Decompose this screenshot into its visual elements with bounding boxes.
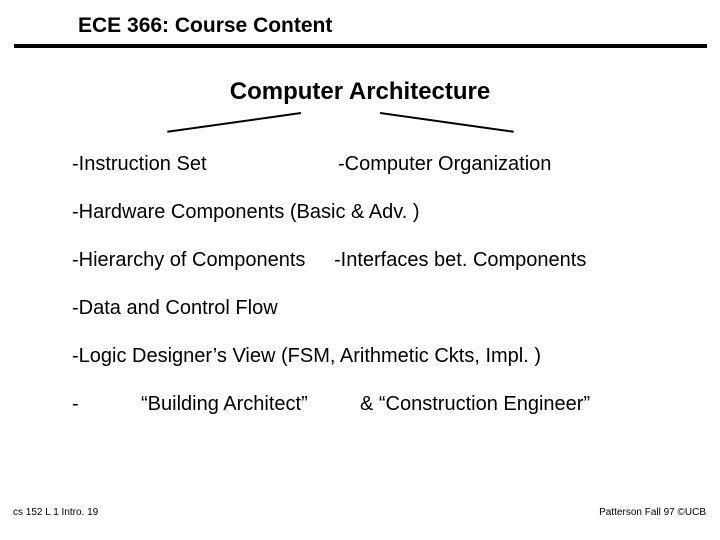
item-computer-org: -Computer Organization	[338, 153, 551, 176]
item-analogy-architect: “Building Architect”	[141, 393, 308, 416]
item-logic: -Logic Designer’s View (FSM, Arithmetic …	[72, 345, 541, 368]
item-analogy-engineer: & “Construction Engineer”	[360, 393, 590, 416]
item-analogy-dash: -	[72, 393, 79, 416]
content-area: -Instruction Set -Computer Organization …	[0, 0, 720, 540]
item-instruction-set: -Instruction Set	[72, 153, 207, 176]
footer-right: Patterson Fall 97 ©UCB	[599, 507, 706, 518]
item-dataflow: -Data and Control Flow	[72, 297, 278, 320]
item-hardware: -Hardware Components (Basic & Adv. )	[72, 201, 420, 224]
slide: ECE 366: Course Content Computer Archite…	[0, 0, 720, 540]
item-interfaces: -Interfaces bet. Components	[334, 249, 586, 272]
footer-left: cs 152 L 1 Intro. 19	[13, 507, 98, 518]
item-hierarchy: -Hierarchy of Components	[72, 249, 305, 272]
